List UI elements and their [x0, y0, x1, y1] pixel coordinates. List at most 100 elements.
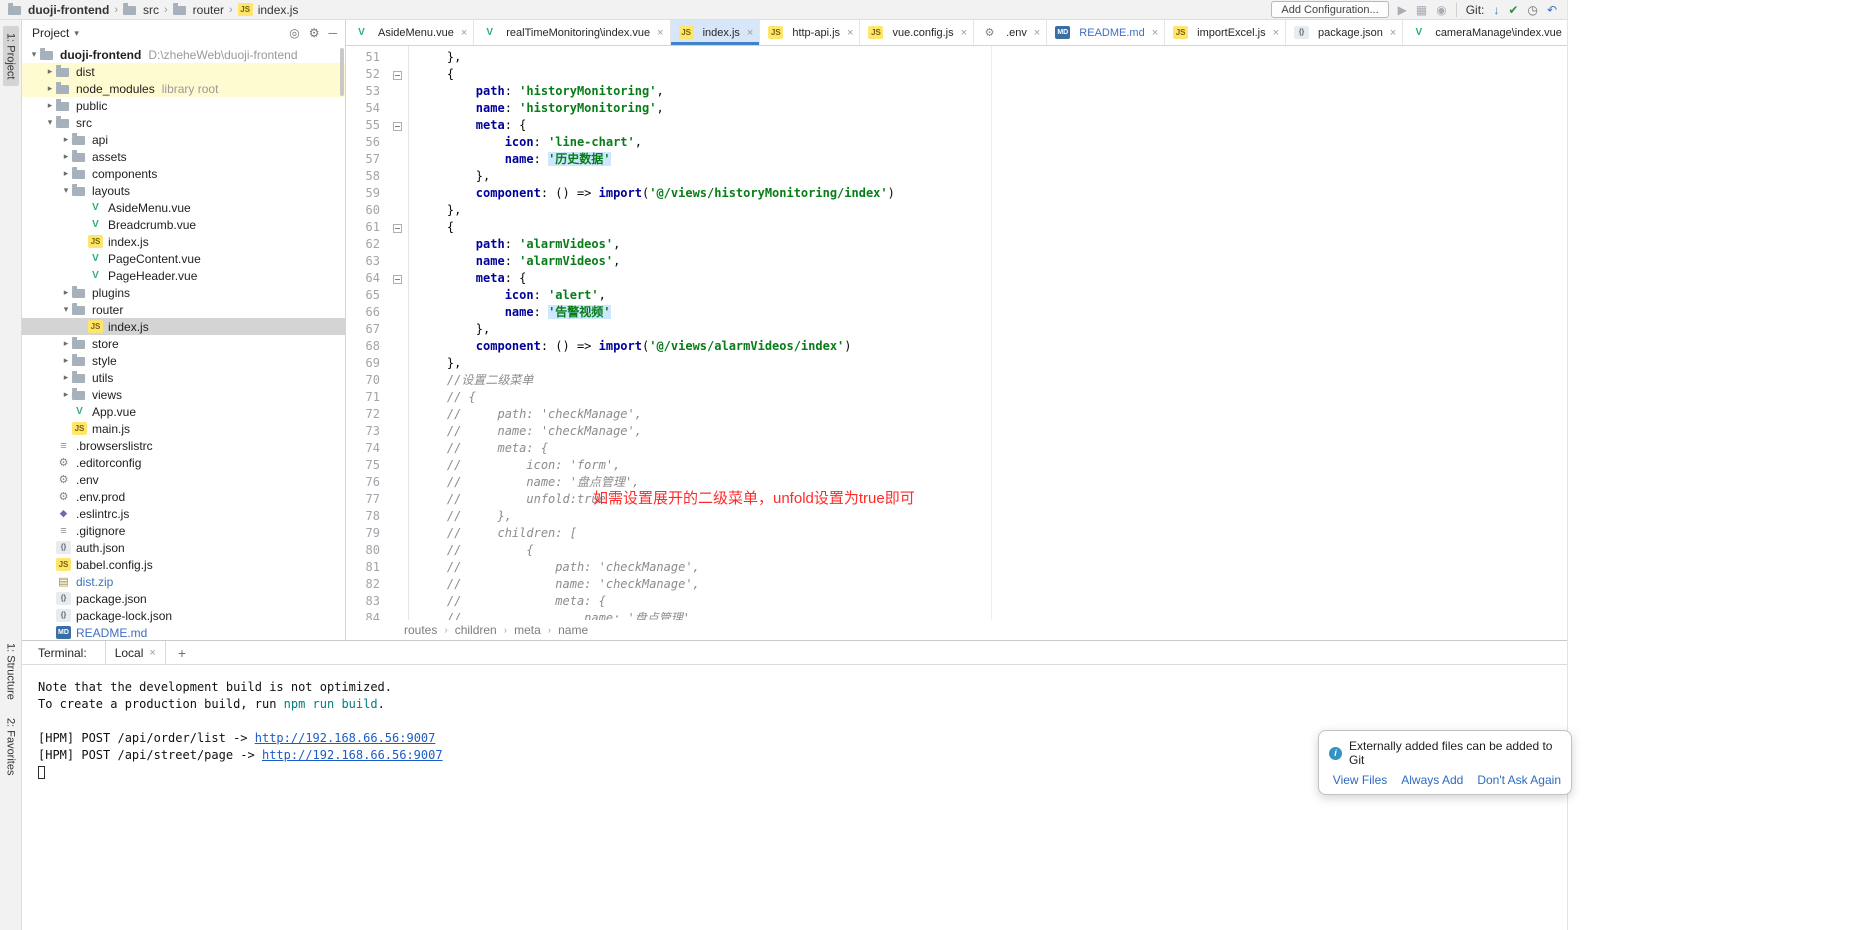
tree-item[interactable]: ≡.gitignore — [22, 522, 345, 539]
close-icon[interactable]: × — [657, 27, 663, 39]
tree-item[interactable]: ▸style — [22, 352, 345, 369]
locate-file-icon[interactable]: ◎ — [289, 26, 299, 40]
editor-tab[interactable]: MDREADME.md× — [1047, 20, 1165, 45]
notification-action[interactable]: Always Add — [1401, 773, 1463, 787]
close-icon[interactable]: × — [961, 27, 967, 39]
fold-marker-icon[interactable] — [386, 270, 408, 287]
chevron-down-icon[interactable]: ▾ — [44, 117, 56, 128]
editor-tab[interactable]: {}package.json× — [1286, 20, 1403, 45]
editor-tab[interactable]: VrealTimeMonitoring\index.vue× — [474, 20, 670, 45]
fold-marker-icon[interactable] — [386, 117, 408, 134]
line-number[interactable]: 68 — [346, 338, 386, 355]
line-number[interactable]: 76 — [346, 474, 386, 491]
settings-icon[interactable]: ⚙ — [309, 26, 320, 40]
line-number[interactable]: 83 — [346, 593, 386, 610]
line-number[interactable]: 63 — [346, 253, 386, 270]
tree-item[interactable]: VPageHeader.vue — [22, 267, 345, 284]
tree-item[interactable]: ▸plugins — [22, 284, 345, 301]
line-number[interactable]: 78 — [346, 508, 386, 525]
editor-tab[interactable]: JSimportExcel.js× — [1165, 20, 1286, 45]
line-number[interactable]: 65 — [346, 287, 386, 304]
chevron-right-icon[interactable]: ▸ — [60, 389, 72, 400]
tree-item[interactable]: ▾router — [22, 301, 345, 318]
tree-item[interactable]: {}package-lock.json — [22, 607, 345, 624]
line-number[interactable]: 66 — [346, 304, 386, 321]
line-number[interactable]: 54 — [346, 100, 386, 117]
commit-icon[interactable]: ✔ — [1508, 4, 1518, 16]
editor-tab[interactable]: VcameraManage\index.vue× — [1403, 20, 1567, 45]
chevron-right-icon[interactable]: ▸ — [60, 168, 72, 179]
tree-item[interactable]: ⚙.editorconfig — [22, 454, 345, 471]
chevron-right-icon[interactable]: ▸ — [60, 134, 72, 145]
line-number[interactable]: 72 — [346, 406, 386, 423]
line-number[interactable]: 64 — [346, 270, 386, 287]
build-icon[interactable]: ▦ — [1416, 4, 1427, 16]
tree-item[interactable]: ◆.eslintrc.js — [22, 505, 345, 522]
tree-item[interactable]: ▸api — [22, 131, 345, 148]
line-number[interactable]: 53 — [346, 83, 386, 100]
chevron-down-icon[interactable]: ▾ — [60, 185, 72, 196]
history-icon[interactable]: ◷ — [1527, 4, 1537, 16]
add-configuration-button[interactable]: Add Configuration... — [1271, 1, 1388, 18]
chevron-right-icon[interactable]: ▸ — [44, 83, 56, 94]
line-number[interactable]: 75 — [346, 457, 386, 474]
line-number[interactable]: 55 — [346, 117, 386, 134]
close-icon[interactable]: × — [747, 27, 753, 39]
tree-item[interactable]: ▸store — [22, 335, 345, 352]
tree-item[interactable]: ▾layouts — [22, 182, 345, 199]
close-icon[interactable]: × — [461, 27, 467, 39]
tree-item[interactable]: ⚙.env — [22, 471, 345, 488]
fold-marker-icon[interactable] — [386, 66, 408, 83]
tree-scrollbar[interactable] — [340, 48, 344, 96]
line-number[interactable]: 84 — [346, 610, 386, 620]
breadcrumb-item[interactable]: router — [173, 3, 224, 17]
tree-item[interactable]: JSbabel.config.js — [22, 556, 345, 573]
editor-tab[interactable]: JSvue.config.js× — [860, 20, 974, 45]
terminal-output[interactable]: Note that the development build is not o… — [22, 665, 1567, 930]
line-number[interactable]: 51 — [346, 49, 386, 66]
line-number[interactable]: 81 — [346, 559, 386, 576]
tree-item[interactable]: ▤dist.zip — [22, 573, 345, 590]
line-number[interactable]: 60 — [346, 202, 386, 219]
editor-tab[interactable]: JShttp-api.js× — [760, 20, 860, 45]
close-icon[interactable]: × — [1034, 27, 1040, 39]
line-number[interactable]: 62 — [346, 236, 386, 253]
project-panel-title[interactable]: Project — [32, 26, 69, 40]
line-number[interactable]: 71 — [346, 389, 386, 406]
tree-item[interactable]: {}auth.json — [22, 539, 345, 556]
tree-item[interactable]: MDREADME.md — [22, 624, 345, 640]
update-project-icon[interactable]: ↓ — [1493, 4, 1499, 16]
editor-tab[interactable]: JSindex.js× — [671, 20, 761, 45]
run-icon[interactable]: ▶ — [1398, 4, 1407, 16]
fold-marker-icon[interactable] — [386, 219, 408, 236]
tree-item[interactable]: VApp.vue — [22, 403, 345, 420]
breadcrumb-item[interactable]: src — [123, 3, 159, 17]
tree-item[interactable]: JSindex.js — [22, 233, 345, 250]
tree-item[interactable]: ≡.browserslistrc — [22, 437, 345, 454]
chevron-right-icon[interactable]: ▸ — [60, 355, 72, 366]
editor-tab[interactable]: VAsideMenu.vue× — [346, 20, 474, 45]
terminal-tab-local[interactable]: Local × — [105, 641, 166, 664]
close-icon[interactable]: × — [1152, 27, 1158, 39]
line-number[interactable]: 61 — [346, 219, 386, 236]
toolwindow-button-structure[interactable]: 1: Structure — [3, 636, 19, 707]
editor[interactable]: 51 },52 {53 path: 'historyMonitoring',54… — [346, 46, 1567, 620]
tree-item[interactable]: ▾duoji-frontendD:\zheheWeb\duoji-fronten… — [22, 46, 345, 63]
chevron-right-icon[interactable]: ▸ — [60, 338, 72, 349]
tree-item[interactable]: VBreadcrumb.vue — [22, 216, 345, 233]
line-number[interactable]: 69 — [346, 355, 386, 372]
tree-item[interactable]: JSindex.js — [22, 318, 345, 335]
notification-action[interactable]: View Files — [1333, 773, 1387, 787]
line-number[interactable]: 74 — [346, 440, 386, 457]
chevron-right-icon[interactable]: ▸ — [60, 151, 72, 162]
close-icon[interactable]: × — [149, 647, 155, 659]
notification-action[interactable]: Don't Ask Again — [1477, 773, 1561, 787]
profiler-icon[interactable]: ◉ — [1436, 4, 1446, 16]
line-number[interactable]: 56 — [346, 134, 386, 151]
terminal-link[interactable]: http://192.168.66.56:9007 — [262, 748, 443, 762]
tree-item[interactable]: {}package.json — [22, 590, 345, 607]
breadcrumb-item[interactable]: name — [558, 623, 588, 637]
close-icon[interactable]: × — [1390, 27, 1396, 39]
tree-item[interactable]: ▸components — [22, 165, 345, 182]
tree-item[interactable]: ▸dist — [22, 63, 345, 80]
